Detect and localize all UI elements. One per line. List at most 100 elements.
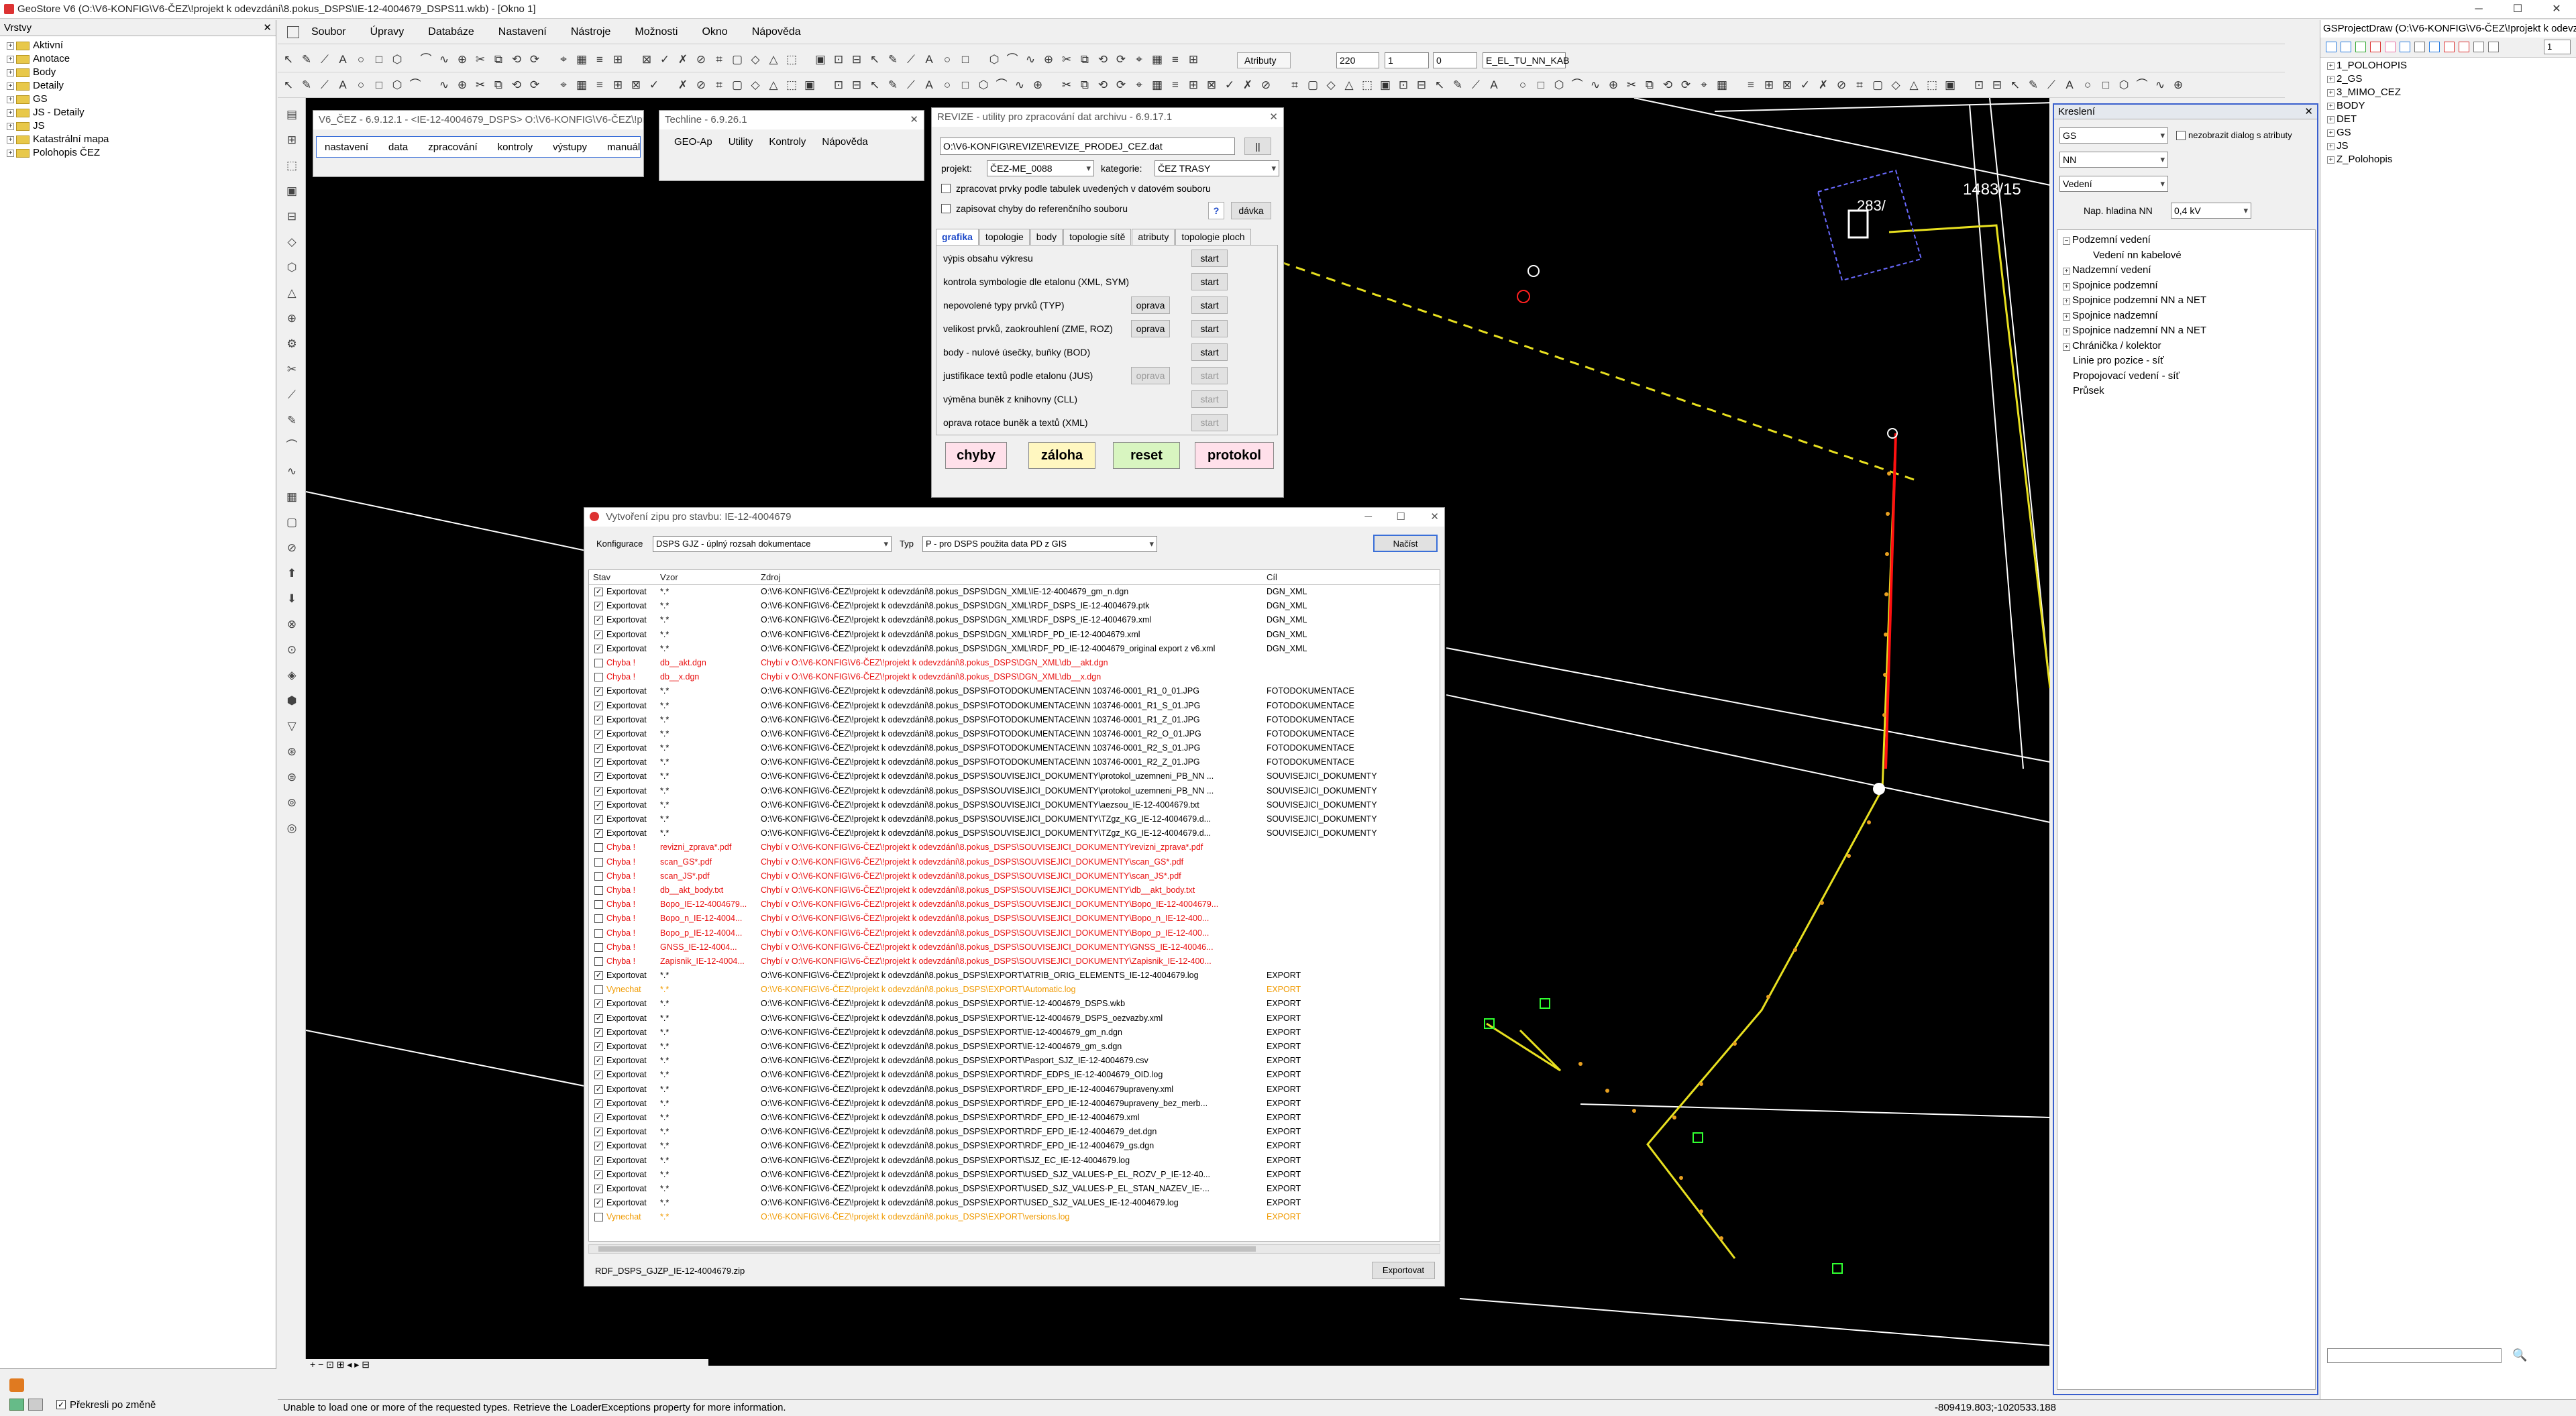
toolbar-tool-icon[interactable]: ⊠	[1780, 78, 1794, 92]
row-checkbox[interactable]: ✓	[594, 644, 603, 653]
table-row[interactable]: ✓ Exportovat *.* O:\V6-KONFIG\V6-ČEZ\!proje…	[589, 585, 1440, 599]
row-checkbox[interactable]: ✓	[594, 602, 603, 611]
zoom-controls-icon[interactable]: + − ⊡ ⊞ ◂ ▸ ⊟	[310, 1359, 370, 1370]
project-tool-icon[interactable]	[2473, 42, 2484, 52]
toolbar-tool-icon[interactable]: ⊕	[455, 78, 469, 92]
toolbar-tool-icon[interactable]: ○	[354, 53, 368, 66]
toolbar-tool-icon[interactable]: ✎	[300, 53, 313, 66]
toolbar-tool-icon[interactable]: ✗	[676, 53, 690, 66]
table-row[interactable]: ✓ Exportovat *.* O:\V6-KONFIG\V6-ČEZ\!proje…	[589, 684, 1440, 698]
menu-napoveda[interactable]: Nápověda	[752, 26, 801, 38]
oprava-button[interactable]: oprava	[1131, 320, 1170, 337]
chyby-button[interactable]: chyby	[945, 442, 1007, 469]
menu-utility[interactable]: Utility	[729, 136, 753, 148]
toolbar-tool-icon[interactable]: ○	[1516, 78, 1529, 92]
expand-icon[interactable]: +	[7, 82, 14, 90]
menu-moznosti[interactable]: Možnosti	[635, 26, 678, 38]
table-row[interactable]: ✓ Exportovat *.* O:\V6-KONFIG\V6-ČEZ\!proje…	[589, 969, 1440, 983]
expand-icon[interactable]: +	[2327, 129, 2334, 137]
layer-combo[interactable]: E_EL_TU_NN_KAB	[1483, 52, 1570, 68]
table-row[interactable]: Chyba ! revizni_zprava*.pdf Chybí v O:\V6-…	[589, 840, 1440, 855]
expand-icon[interactable]: +	[2327, 62, 2334, 70]
toolbar-tool-icon[interactable]: ⟲	[1661, 78, 1674, 92]
layers-icon[interactable]	[9, 1399, 24, 1411]
toolbar-tool-icon[interactable]: ↖	[868, 53, 881, 66]
toolbar-tool-icon[interactable]: ⊞	[611, 78, 625, 92]
toolbar-tool-icon[interactable]: ⟋	[1469, 78, 1483, 92]
kresleni-tree-item[interactable]: Vedení nn kabelové	[2063, 248, 2315, 264]
project-tool-icon[interactable]	[2429, 42, 2440, 52]
exportovat-button[interactable]: Exportovat	[1372, 1262, 1435, 1279]
toolbar-tool-icon[interactable]: ✎	[2027, 78, 2040, 92]
toolbar-tool-icon[interactable]: ▣	[803, 78, 816, 92]
toolbar-tool-icon[interactable]: ⧉	[1078, 53, 1091, 66]
project-tool-icon[interactable]	[2341, 42, 2351, 52]
atributy-button[interactable]: Atributy	[1237, 52, 1291, 68]
row-checkbox[interactable]	[594, 857, 603, 867]
toolbar-tool-icon[interactable]: ⬚	[1360, 78, 1374, 92]
toolbar-tool-icon[interactable]: ▣	[1943, 78, 1957, 92]
vertical-tool-icon[interactable]: ⊚	[284, 796, 299, 810]
table-row[interactable]: Chyba ! Zapisnik_IE-12-4004... Chybí v O:\…	[589, 955, 1440, 969]
toolbar-tool-icon[interactable]: □	[372, 78, 386, 92]
toolbar-tool-icon[interactable]: ⟲	[1096, 78, 1110, 92]
vertical-tool-icon[interactable]: ⊘	[284, 541, 299, 555]
vertical-tool-icon[interactable]: ⊟	[284, 209, 299, 224]
maximize-button[interactable]: ☐	[2498, 0, 2537, 18]
toolbar-tool-icon[interactable]: ⌒	[419, 53, 433, 66]
toolbar-tool-icon[interactable]: ⌖	[1132, 78, 1146, 92]
expand-icon[interactable]: +	[7, 68, 14, 76]
toolbar-tool-icon[interactable]: ⟳	[528, 78, 541, 92]
row-checkbox[interactable]: ✓	[594, 772, 603, 781]
toolbar-tool-icon[interactable]: ∿	[437, 53, 451, 66]
toolbar-tool-icon[interactable]: A	[336, 53, 350, 66]
toolbar-tool-icon[interactable]: ⊡	[1972, 78, 1986, 92]
row-checkbox[interactable]: ✓	[594, 786, 603, 796]
toolbar-tool-icon[interactable]: ⟲	[1096, 53, 1110, 66]
table-row[interactable]: ✓ Exportovat *.* O:\V6-KONFIG\V6-ČEZ\!proje…	[589, 1196, 1440, 1210]
toolbar-tool-icon[interactable]: ↖	[868, 78, 881, 92]
row-checkbox[interactable]: ✓	[594, 800, 603, 810]
start-button[interactable]: start	[1191, 296, 1228, 314]
revize-tab[interactable]: topologie	[979, 229, 1030, 245]
col-cil[interactable]: Cíl	[1267, 570, 1434, 585]
expand-icon[interactable]: +	[7, 55, 14, 63]
toolbar-tool-icon[interactable]: △	[1907, 78, 1921, 92]
project-tree-item[interactable]: + DET	[2327, 113, 2576, 126]
revize-tab[interactable]: grafika	[936, 229, 979, 245]
expand-icon[interactable]: +	[7, 42, 14, 50]
revize-tab[interactable]: topologie ploch	[1175, 229, 1251, 245]
table-row[interactable]: ✓ Exportovat *.* O:\V6-KONFIG\V6-ČEZ\!proje…	[589, 741, 1440, 755]
protokol-button[interactable]: protokol	[1195, 442, 1274, 469]
kresleni-tree-item[interactable]: − Podzemní vedení	[2063, 233, 2315, 248]
toolbar-tool-icon[interactable]: ∿	[2153, 78, 2167, 92]
table-row[interactable]: Chyba ! GNSS_IE-12-4004... Chybí v O:\V6-K…	[589, 940, 1440, 955]
row-checkbox[interactable]	[594, 942, 603, 952]
vertical-tool-icon[interactable]: ✂	[284, 362, 299, 377]
vertical-tool-icon[interactable]: ⊞	[284, 133, 299, 148]
row-checkbox[interactable]: ✓	[594, 1056, 603, 1066]
toolbar-tool-icon[interactable]: □	[372, 53, 386, 66]
close-icon[interactable]: ✕	[910, 111, 918, 129]
toolbar-tool-icon[interactable]: ▦	[575, 53, 588, 66]
table-row[interactable]: ✓ Exportovat *.* O:\V6-KONFIG\V6-ČEZ\!proje…	[589, 755, 1440, 769]
close-icon[interactable]: ✕	[1269, 108, 1278, 127]
start-button[interactable]: start	[1191, 343, 1228, 361]
row-checkbox[interactable]: ✓	[594, 815, 603, 824]
toolbar-tool-icon[interactable]: ✗	[1241, 78, 1254, 92]
layer-item[interactable]: + JS	[7, 119, 276, 133]
zaloha-button[interactable]: záloha	[1028, 442, 1095, 469]
toolbar-tool-icon[interactable]: ⌗	[1288, 78, 1301, 92]
vertical-tool-icon[interactable]: ◈	[284, 668, 299, 683]
toolbar-tool-icon[interactable]: ⌖	[557, 53, 570, 66]
row-checkbox[interactable]: ✓	[594, 588, 603, 596]
table-row[interactable]: ✓ Exportovat *.* O:\V6-KONFIG\V6-ČEZ\!proje…	[589, 826, 1440, 840]
toolbar-tool-icon[interactable]: A	[1487, 78, 1501, 92]
table-row[interactable]: ✓ Exportovat *.* O:\V6-KONFIG\V6-ČEZ\!proje…	[589, 769, 1440, 783]
row-checkbox[interactable]: ✓	[594, 1028, 603, 1037]
toolbar-tool-icon[interactable]: ⟋	[2045, 78, 2058, 92]
menu-kontroly[interactable]: kontroly	[498, 142, 533, 153]
row-checkbox[interactable]	[594, 673, 603, 682]
toolbar-tool-icon[interactable]: A	[922, 53, 936, 66]
table-row[interactable]: Chyba ! scan_JS*.pdf Chybí v O:\V6-KONFIG\…	[589, 869, 1440, 883]
